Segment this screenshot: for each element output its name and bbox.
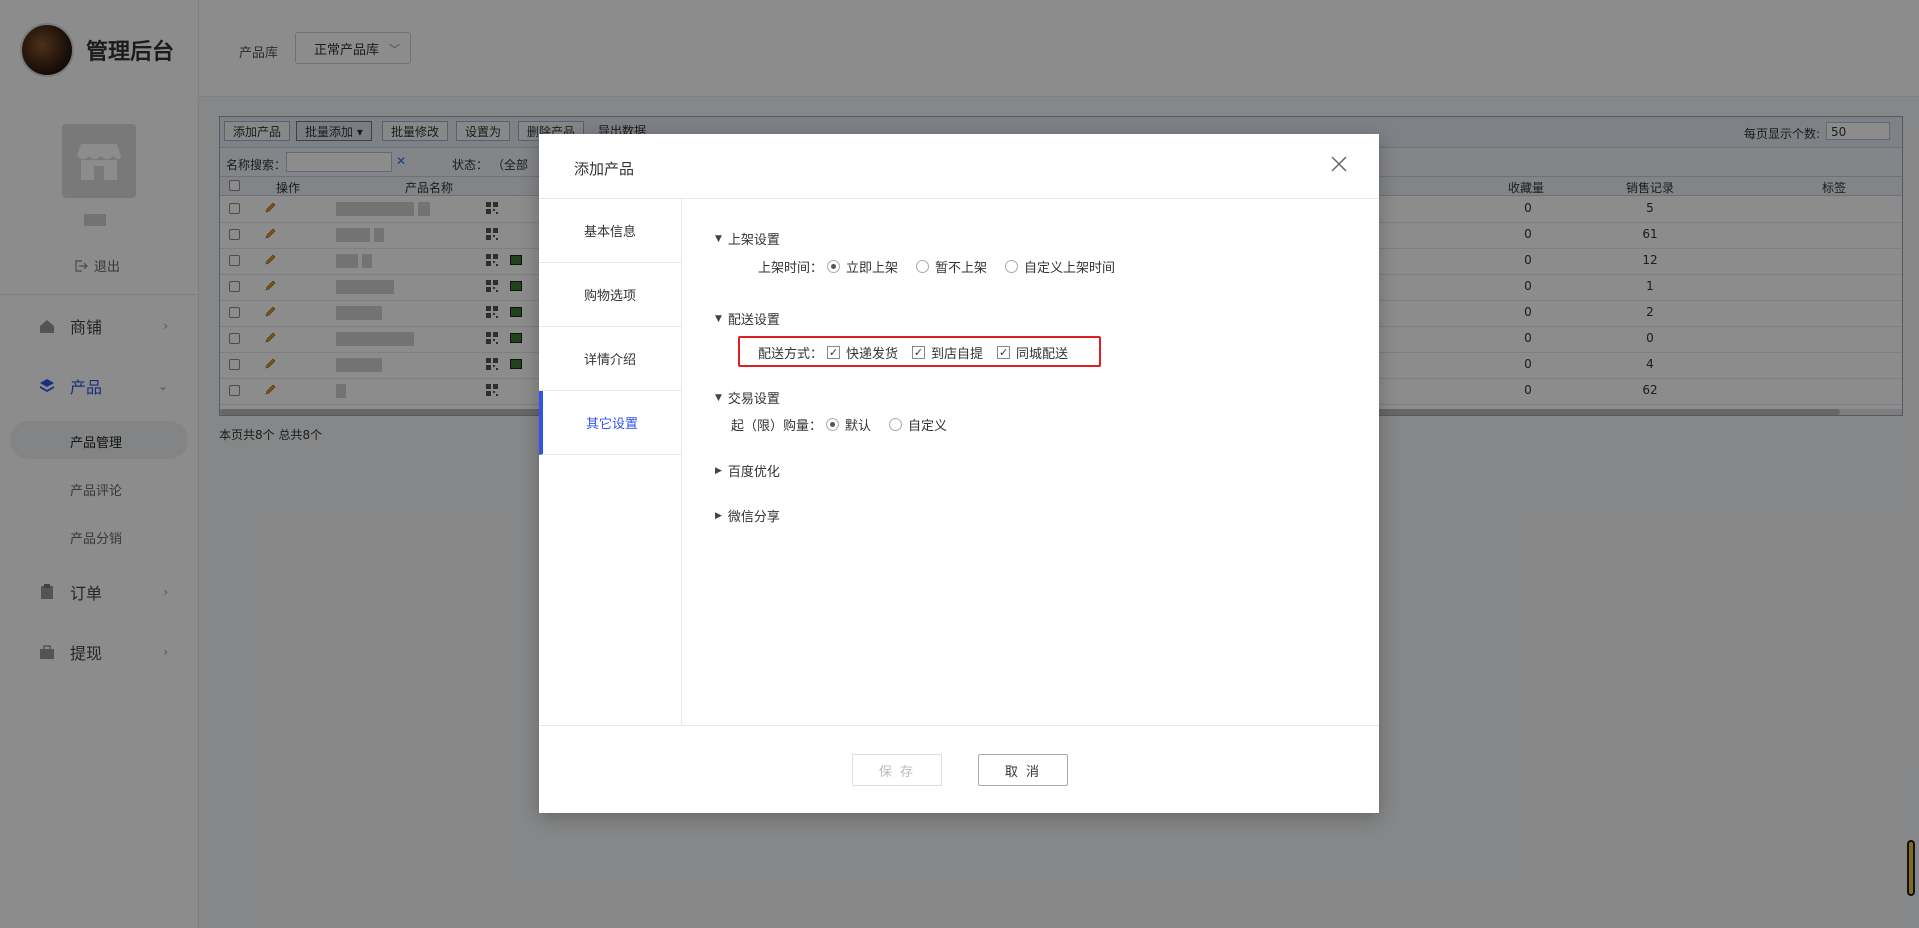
tab-basic-info[interactable]: 基本信息 — [539, 199, 681, 263]
add-product-dialog: 添加产品 基本信息 购物选项 详情介绍 其它设置 ▼ 上架设置 上架时间： 立即… — [539, 134, 1379, 813]
purchase-limit-row: 起（限）购量： 默认 自定义 — [731, 415, 965, 434]
check-icon: ✓ — [997, 346, 1011, 359]
dialog-body: ▼ 上架设置 上架时间： 立即上架 暂不上架 自定义上架时间 ▼ 配送设置 配送… — [682, 199, 1379, 725]
section-title: 上架设置 — [727, 233, 780, 248]
checkbox-local-delivery[interactable]: ✓ 同城配送 — [997, 343, 1068, 362]
radio-dot — [916, 260, 930, 273]
caret-down-icon: ▼ — [715, 313, 722, 324]
section-delivery[interactable]: ▼ 配送设置 — [715, 309, 780, 328]
radio-label: 暂不上架 — [935, 261, 988, 276]
tab-detail-intro[interactable]: 详情介绍 — [539, 327, 681, 391]
radio-label: 自定义上架时间 — [1024, 261, 1116, 276]
caret-down-icon: ▼ — [715, 233, 722, 244]
checkbox-label: 同城配送 — [1016, 347, 1069, 362]
listing-time-label: 上架时间： — [758, 261, 824, 276]
radio-dot — [889, 418, 903, 431]
checkbox-express[interactable]: ✓ 快递发货 — [827, 343, 898, 362]
radio-custom-time[interactable]: 自定义上架时间 — [1005, 257, 1115, 276]
radio-custom[interactable]: 自定义 — [889, 415, 947, 434]
radio-dot — [827, 260, 841, 273]
radio-dot — [1005, 260, 1019, 273]
radio-label: 自定义 — [908, 419, 948, 434]
radio-not-list[interactable]: 暂不上架 — [916, 257, 987, 276]
radio-default[interactable]: 默认 — [826, 415, 871, 434]
dialog-tabs: 基本信息 购物选项 详情介绍 其它设置 — [539, 199, 682, 725]
checkbox-label: 快递发货 — [846, 347, 899, 362]
section-trade[interactable]: ▼ 交易设置 — [715, 388, 780, 407]
section-listing[interactable]: ▼ 上架设置 — [715, 229, 780, 248]
tab-shopping-options[interactable]: 购物选项 — [539, 263, 681, 327]
caret-down-icon: ▼ — [715, 392, 722, 403]
close-icon[interactable] — [1325, 150, 1353, 178]
save-button[interactable]: 保 存 — [852, 754, 942, 786]
caret-right-icon: ▶ — [715, 510, 722, 521]
check-icon: ✓ — [912, 346, 926, 359]
radio-label: 默认 — [845, 419, 872, 434]
section-title: 交易设置 — [727, 392, 780, 407]
dialog-footer: 保 存 取 消 — [539, 725, 1379, 814]
radio-label: 立即上架 — [846, 261, 899, 276]
purchase-limit-label: 起（限）购量： — [731, 419, 823, 434]
section-title: 百度优化 — [727, 465, 780, 480]
dialog-header: 添加产品 — [539, 134, 1379, 199]
listing-time-row: 上架时间： 立即上架 暂不上架 自定义上架时间 — [758, 257, 1133, 276]
dialog-title: 添加产品 — [574, 160, 635, 178]
section-baidu-seo[interactable]: ▶ 百度优化 — [715, 461, 780, 480]
section-wechat-share[interactable]: ▶ 微信分享 — [715, 506, 780, 525]
section-title: 配送设置 — [727, 313, 780, 328]
delivery-method-row: 配送方式： ✓ 快递发货 ✓ 到店自提 ✓ 同城配送 — [758, 343, 1082, 362]
section-title: 微信分享 — [727, 510, 780, 525]
checkbox-pickup[interactable]: ✓ 到店自提 — [912, 343, 983, 362]
cancel-button[interactable]: 取 消 — [978, 754, 1068, 786]
radio-dot — [826, 418, 840, 431]
caret-right-icon: ▶ — [715, 465, 722, 476]
delivery-method-label: 配送方式： — [758, 347, 824, 362]
tab-other-settings[interactable]: 其它设置 — [539, 391, 681, 455]
radio-list-now[interactable]: 立即上架 — [827, 257, 898, 276]
check-icon: ✓ — [827, 346, 841, 359]
checkbox-label: 到店自提 — [931, 347, 984, 362]
